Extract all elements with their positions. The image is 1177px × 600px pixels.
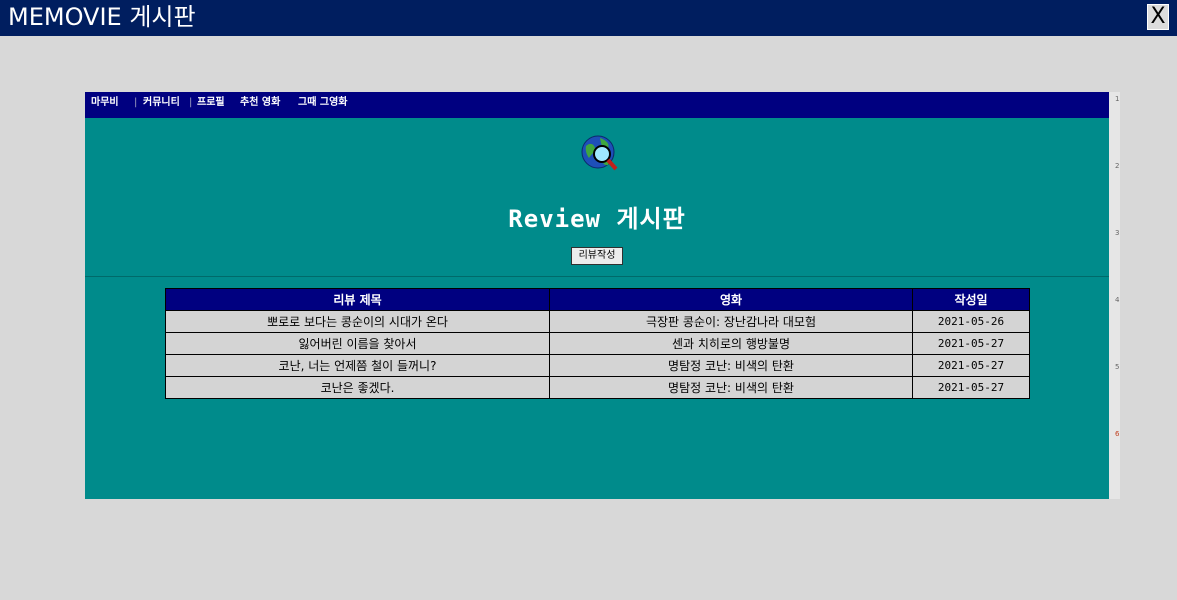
date-cell: 2021-05-27 (912, 332, 1030, 355)
ruler-mark: 5 (1115, 363, 1120, 371)
ruler-mark: 6 (1115, 430, 1120, 438)
nav-item-recommended[interactable]: 추천 영화 (240, 92, 280, 113)
page-title: Review 게시판 (508, 205, 686, 233)
nav-item-classic-movies[interactable]: 그때 그영화 (298, 92, 347, 113)
write-review-button[interactable]: 리뷰작성 (571, 247, 623, 265)
ruler-mark: 3 (1115, 229, 1120, 237)
nav-item-community[interactable]: 커뮤니티 (143, 92, 180, 113)
table-header-row: 리뷰 제목 영화 작성일 (165, 288, 1030, 311)
nav-item-profile[interactable]: 프로필 (197, 92, 225, 113)
top-navigation: 마무비 | 커뮤니티 | 프로필 추천 영화 그때 그영화 (85, 92, 1109, 118)
window-titlebar: MEMOVIE 게시판 X (0, 0, 1177, 36)
nav-separator: | (189, 97, 193, 108)
table-row[interactable]: 코난은 좋겠다. 명탐정 코난: 비색의 탄환 2021-05-27 (165, 376, 1030, 399)
header-review-title: 리뷰 제목 (165, 288, 550, 311)
side-ruler: 1 2 3 4 5 6 (1109, 92, 1120, 499)
ruler-mark: 1 (1115, 95, 1120, 103)
date-cell: 2021-05-27 (912, 354, 1030, 377)
board-page: 마무비 | 커뮤니티 | 프로필 추천 영화 그때 그영화 Review 게시판… (85, 92, 1109, 499)
table-row[interactable]: 코난, 너는 언제쯤 철이 들꺼니? 명탐정 코난: 비색의 탄환 2021-0… (165, 354, 1030, 377)
header-movie: 영화 (549, 288, 913, 311)
section-divider (85, 276, 1109, 277)
table-row[interactable]: 뽀로로 보다는 콩순이의 시대가 온다 극장판 콩순이: 장난감나라 대모험 2… (165, 310, 1030, 333)
movie-cell: 극장판 콩순이: 장난감나라 대모험 (549, 310, 913, 333)
nav-separator: | (134, 97, 138, 108)
header-date: 작성일 (912, 288, 1030, 311)
review-table: 리뷰 제목 영화 작성일 뽀로로 보다는 콩순이의 시대가 온다 극장판 콩순이… (165, 288, 1030, 399)
globe-search-icon (581, 135, 618, 171)
review-title-cell[interactable]: 코난, 너는 언제쯤 철이 들꺼니? (165, 354, 550, 377)
close-button[interactable]: X (1147, 4, 1169, 30)
table-row[interactable]: 잃어버린 이름을 찾아서 센과 치히로의 행방불명 2021-05-27 (165, 332, 1030, 355)
ruler-mark: 4 (1115, 296, 1120, 304)
movie-cell: 센과 치히로의 행방불명 (549, 332, 913, 355)
review-title-cell[interactable]: 코난은 좋겠다. (165, 376, 550, 399)
ruler-mark: 2 (1115, 162, 1120, 170)
date-cell: 2021-05-26 (912, 310, 1030, 333)
date-cell: 2021-05-27 (912, 376, 1030, 399)
nav-item-home[interactable]: 마무비 (91, 92, 119, 113)
window-title: MEMOVIE 게시판 (8, 3, 196, 31)
movie-cell: 명탐정 코난: 비색의 탄환 (549, 376, 913, 399)
movie-cell: 명탐정 코난: 비색의 탄환 (549, 354, 913, 377)
review-title-cell[interactable]: 뽀로로 보다는 콩순이의 시대가 온다 (165, 310, 550, 333)
review-title-cell[interactable]: 잃어버린 이름을 찾아서 (165, 332, 550, 355)
